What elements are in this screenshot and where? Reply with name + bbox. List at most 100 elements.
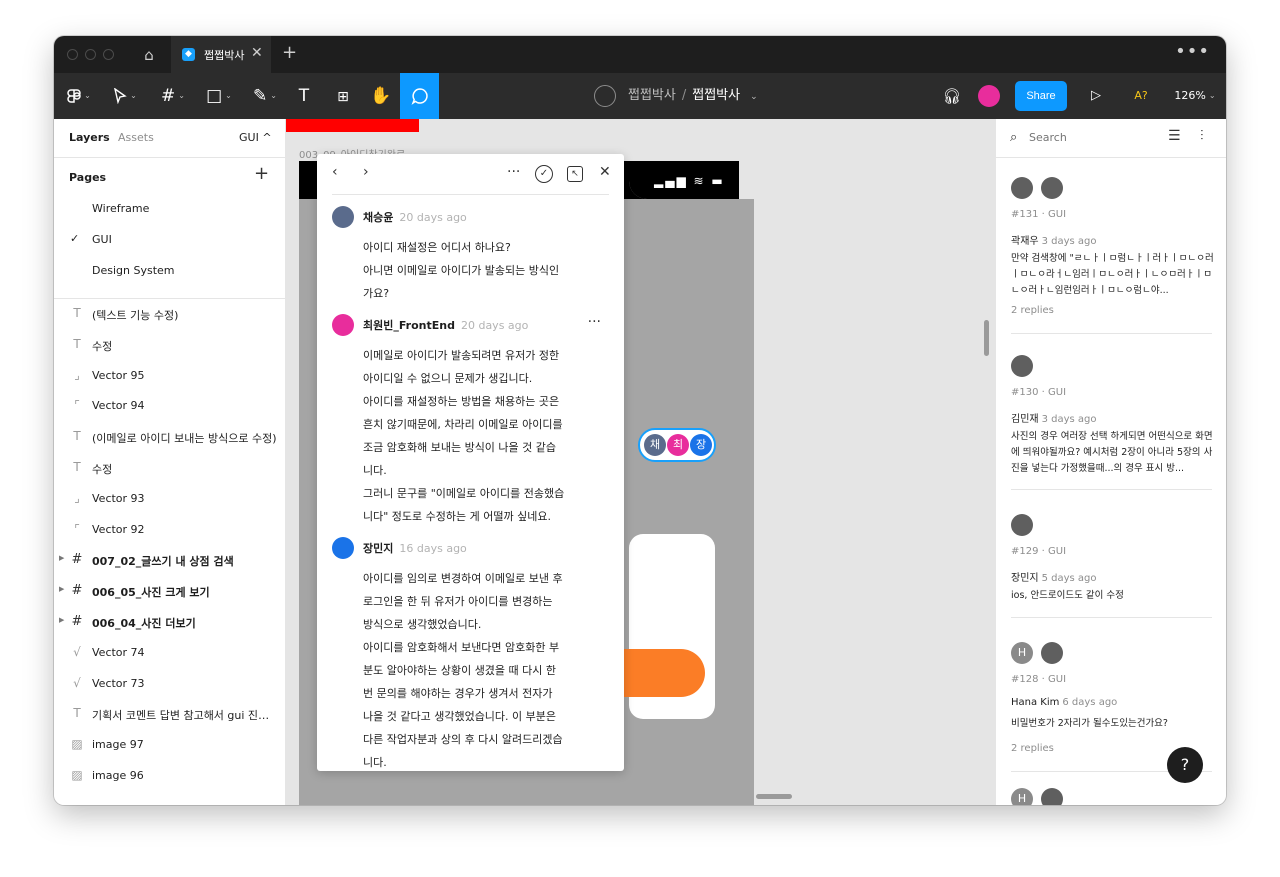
shape-tool-button[interactable]: □ ⌄	[200, 73, 238, 119]
close-icon[interactable]: ✕	[251, 45, 263, 61]
resources-button[interactable]: ⊞	[328, 73, 358, 119]
comment-tool-button[interactable]	[400, 73, 439, 119]
layer-row[interactable]: ▶ #006_04_사진 더보기	[54, 607, 285, 637]
file-name[interactable]: 쩝쩝박사	[692, 88, 740, 103]
comment-preview: 만약 검색창에 "ㄹㄴㅏㅣㅁ럼ㄴㅏㅣ러ㅏㅣㅁㄴㅇ러ㅣㅁㄴㅇ라ㅓㄴ임러ㅣㅁㄴㅇ러ㅏ…	[1011, 253, 1214, 296]
expand-caret-icon[interactable]: ▶	[59, 585, 64, 593]
page-item-wireframe[interactable]: Wireframe	[92, 202, 149, 215]
settings-sliders-icon[interactable]: ⫶	[1200, 128, 1204, 144]
help-button[interactable]: ?	[1167, 747, 1203, 783]
project-name[interactable]: 쩝쩝박사	[628, 88, 676, 103]
more-icon[interactable]: ···	[507, 164, 520, 180]
user-circle-icon	[594, 84, 616, 107]
comment-meta: #129 · GUI	[1011, 546, 1067, 557]
layer-row[interactable]: ▶ #007_02_글쓰기 내 상점 검색	[54, 545, 285, 575]
text-tool-button[interactable]: T	[292, 73, 316, 119]
comment-text: 방식으로 생각했었습니다.	[363, 618, 482, 631]
layer-row[interactable]: T (이메일로 아이디 보내는 방식으로 수정)	[54, 422, 285, 452]
tab-assets[interactable]: Assets	[118, 131, 154, 144]
text-layer-icon: T	[73, 706, 81, 721]
layer-row[interactable]: ⌟ Vector 95	[54, 361, 285, 391]
layer-name: Vector 94	[92, 399, 145, 413]
comment-pin[interactable]: 채 최 장	[638, 428, 716, 462]
zoom-menu[interactable]: 126% ⌄	[1172, 73, 1218, 119]
layer-row[interactable]: ▶ #006_05_사진 크게 보기	[54, 576, 285, 606]
vector-icon: √	[73, 644, 81, 659]
divider	[1011, 333, 1212, 334]
avatar	[1011, 355, 1033, 377]
share-button[interactable]: Share	[1015, 81, 1067, 111]
avatar	[1041, 177, 1063, 199]
figma-file-icon: ◆	[182, 48, 195, 61]
hand-tool-button[interactable]: ✋	[366, 73, 396, 119]
red-frame-strip[interactable]	[286, 119, 419, 132]
frame-tool-button[interactable]: # ⌄	[154, 73, 192, 119]
layer-row[interactable]: ⌜ Vector 92	[54, 515, 285, 545]
filter-icon[interactable]: ☰	[1168, 128, 1181, 144]
comment-meta: #131 · GUI	[1011, 209, 1067, 220]
avatar	[332, 314, 354, 336]
comment-text: 나을 것 같다고 생각했었습니다. 이 부분은	[363, 710, 557, 723]
main-menu-button[interactable]: ⌄	[62, 73, 96, 119]
avatar	[1011, 177, 1033, 199]
layer-row[interactable]: ⌜ Vector 94	[54, 391, 285, 421]
comment-time: 3 days ago	[1041, 236, 1097, 247]
expand-icon[interactable]: ↖	[567, 166, 583, 182]
add-page-button[interactable]: +	[254, 163, 269, 184]
avatar	[1041, 642, 1063, 664]
pen-tool-button[interactable]: ✎ ⌄	[246, 73, 284, 119]
vector-icon: ⌜	[74, 398, 80, 413]
move-tool-button[interactable]: ⌄	[106, 73, 144, 119]
chevron-down-icon[interactable]: ⌄	[750, 92, 758, 102]
author-name: 최원빈_FrontEnd	[363, 319, 455, 332]
tab-layers[interactable]: Layers	[69, 131, 110, 144]
comment-text: 아이디를 재설정하는 방법을 채용하는 곳은	[363, 395, 560, 408]
search-input[interactable]	[1029, 128, 1149, 146]
avatar: H	[1011, 788, 1033, 805]
home-icon[interactable]: ⌂	[134, 44, 164, 66]
layer-row[interactable]: T 기획서 코멘트 답변 참고해서 gui 진행할 ...	[54, 699, 285, 729]
present-button[interactable]: ▷	[1084, 73, 1108, 119]
layer-row[interactable]: ⌟ Vector 93	[54, 484, 285, 514]
vertical-scrollbar[interactable]	[984, 320, 989, 356]
more-icon[interactable]: •••	[1175, 41, 1210, 62]
replies-count[interactable]: 2 replies	[1011, 305, 1054, 316]
document-title[interactable]: 쩝쩝박사 / 쩝쩝박사 ⌄	[594, 73, 758, 119]
page-item-design-system[interactable]: Design System	[92, 264, 175, 277]
pages-heading: Pages	[69, 171, 107, 184]
expand-caret-icon[interactable]: ▶	[59, 616, 64, 624]
layer-row[interactable]: T 수정	[54, 330, 285, 360]
vector-icon: ⌟	[74, 490, 80, 505]
page-item-gui[interactable]: GUI	[92, 233, 112, 246]
layer-row[interactable]: √ Vector 73	[54, 669, 285, 699]
comment-preview: 비밀번호가 2자리가 될수도있는건가요?	[1011, 718, 1168, 729]
comment: 채승윤 20 days ago 아이디 재설정은 어디서 하나요? 아니면 이메일…	[332, 206, 609, 306]
layer-row[interactable]: ▨ image 97	[54, 730, 285, 760]
image-icon: ▨	[71, 737, 83, 752]
file-tab[interactable]: ◆ 쩝쩝박사 ✕	[171, 36, 271, 73]
comment-author: Hana Kim 6 days ago	[1011, 697, 1117, 708]
close-icon[interactable]: ✕	[599, 164, 611, 180]
replies-count[interactable]: 2 replies	[1011, 743, 1054, 754]
minimize-window-button[interactable]	[85, 49, 96, 60]
close-window-button[interactable]	[67, 49, 78, 60]
layer-row[interactable]: ▨ image 96	[54, 761, 285, 791]
resolve-check-icon[interactable]: ✓	[535, 165, 553, 183]
comment-text: 흔치 않기때문에, 차라리 이메일로 아이디를	[363, 418, 563, 431]
next-icon[interactable]: ›	[363, 164, 369, 180]
avatar[interactable]	[978, 85, 1000, 107]
more-icon[interactable]: ···	[588, 314, 601, 330]
page-selector[interactable]: GUI ^	[239, 131, 272, 144]
audio-button[interactable]: 🎧︎	[940, 73, 964, 119]
avatar	[332, 537, 354, 559]
layer-row[interactable]: √ Vector 74	[54, 638, 285, 668]
missing-fonts-button[interactable]: A?	[1127, 73, 1155, 119]
previous-icon[interactable]: ‹	[332, 164, 338, 180]
horizontal-scrollbar[interactable]	[756, 794, 792, 799]
expand-caret-icon[interactable]: ▶	[59, 554, 64, 562]
new-tab-button[interactable]: +	[282, 42, 297, 63]
comment-author: 김민재 3 days ago	[1011, 410, 1097, 425]
zoom-window-button[interactable]	[103, 49, 114, 60]
layer-row[interactable]: T 수정	[54, 453, 285, 483]
layer-row[interactable]: T (텍스트 기능 수정)	[54, 299, 285, 329]
